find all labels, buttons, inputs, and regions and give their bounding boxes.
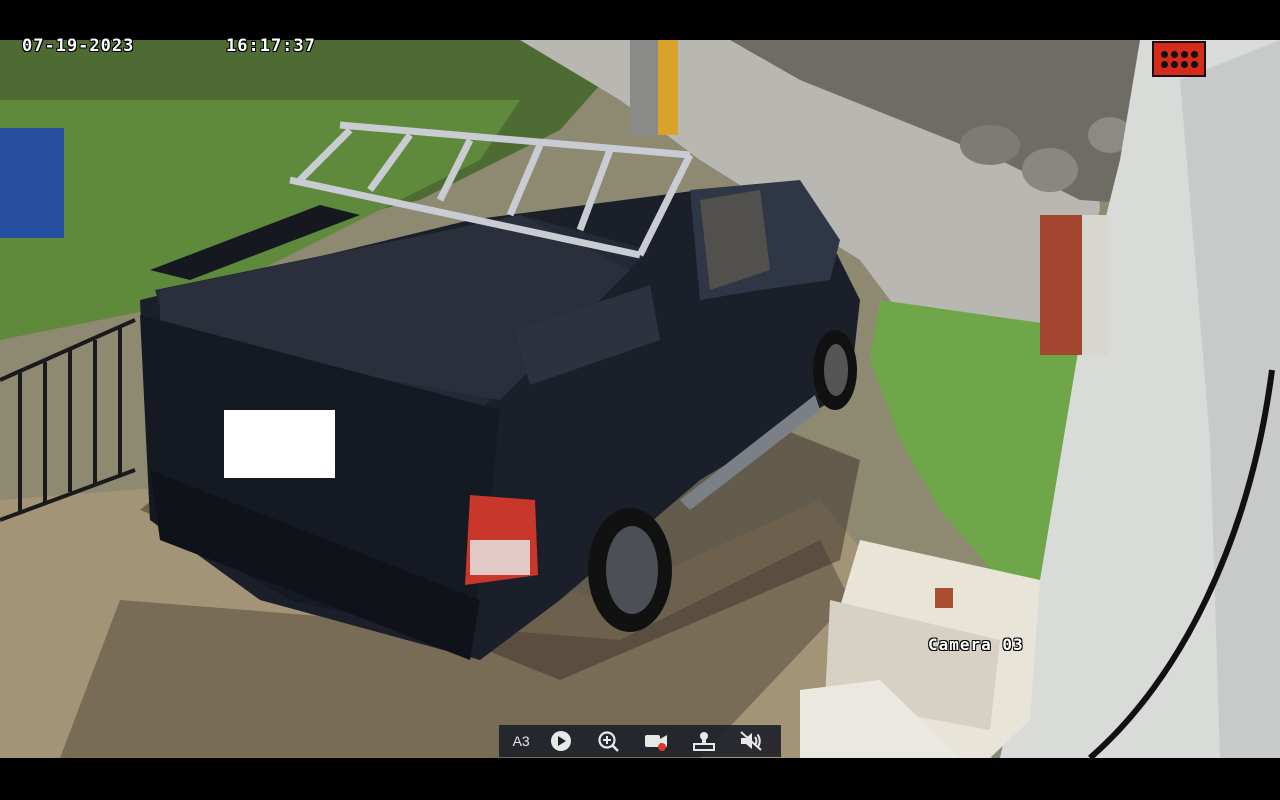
osd-camera-name: Camera 03 [928, 635, 1024, 654]
camera-scene [0, 40, 1280, 758]
snapshot-icon [692, 732, 715, 751]
camera-feed[interactable] [0, 40, 1280, 758]
channel-label: A3 [512, 733, 530, 749]
recording-indicator-icon [1152, 41, 1206, 77]
play-icon [551, 731, 572, 751]
mute-button[interactable] [727, 725, 775, 757]
record-camera-icon [645, 735, 668, 751]
camera-viewer: 07-19-2023 16:17:37 Camera 03 A3 [0, 0, 1280, 800]
zoom-in-icon [598, 731, 619, 752]
osd-date: 07-19-2023 [22, 36, 135, 56]
snapshot-button[interactable] [680, 725, 728, 757]
record-button[interactable] [632, 725, 680, 757]
zoom-in-button[interactable] [585, 725, 633, 757]
osd-time: 16:17:37 [226, 36, 316, 56]
play-button[interactable] [537, 725, 585, 757]
mute-icon [740, 731, 762, 751]
playback-toolbar: A3 [499, 725, 781, 757]
